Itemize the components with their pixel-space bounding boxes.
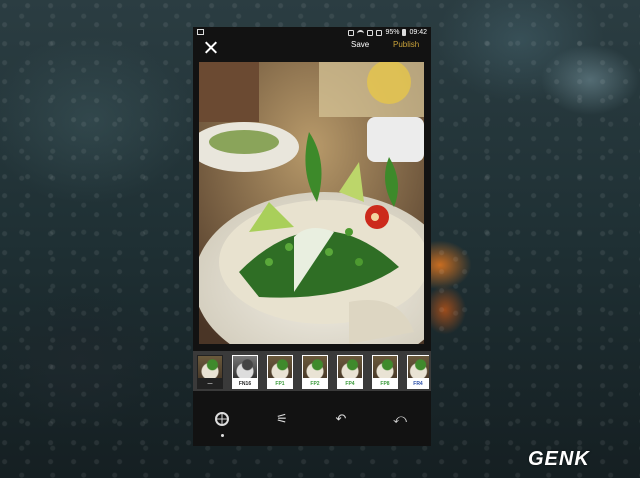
filter-label: FP2 — [310, 381, 320, 387]
filter-label: FN16 — [238, 381, 252, 387]
active-tab-indicator — [221, 434, 224, 437]
filter-label: — — [207, 381, 213, 387]
filter-thumb-fp1[interactable]: FP1 — [267, 355, 293, 389]
revert-icon[interactable]: ⤺ — [391, 411, 409, 427]
filter-label: FP8 — [380, 381, 390, 387]
publish-button[interactable]: Publish — [393, 40, 419, 49]
sliders-icon[interactable]: ⚟ — [273, 411, 291, 427]
filter-thumb-fp8[interactable]: FP8 — [372, 355, 398, 389]
filter-thumb-original[interactable]: — — [197, 355, 223, 389]
filter-label: FP1 — [275, 381, 285, 387]
undo-icon[interactable]: ↶ — [332, 411, 350, 427]
save-button[interactable]: Save — [351, 40, 369, 49]
editor-toolbar: ⚟ ↶ ⤺ — [193, 391, 431, 446]
filter-preview — [233, 356, 257, 378]
battery-icon — [402, 29, 407, 36]
phone-screen: 95% 09:42 Save Publish — FN16 FP1 FP2 FP… — [193, 27, 431, 446]
editor-top-bar: Save Publish — [193, 38, 431, 62]
status-bar: 95% 09:42 — [193, 27, 431, 38]
filter-thumb-fp4[interactable]: FP4 — [337, 355, 363, 389]
pho-bowl-image — [199, 62, 424, 344]
filter-preview — [338, 356, 362, 378]
genk-watermark-logo: GENK — [528, 448, 590, 470]
nfc-icon — [367, 29, 374, 36]
close-icon[interactable] — [203, 40, 219, 56]
clock: 09:42 — [409, 29, 427, 36]
aperture-glyph — [215, 412, 229, 426]
gallery-notification-icon — [197, 29, 204, 35]
filter-preview — [303, 356, 327, 378]
alarm-icon — [348, 29, 355, 36]
filter-preview — [198, 356, 222, 378]
aperture-icon[interactable] — [214, 411, 232, 427]
filter-preview — [373, 356, 397, 378]
filter-thumb-fr4[interactable]: FR4 — [407, 355, 429, 389]
battery-percent: 95% — [385, 29, 400, 36]
wifi-icon — [357, 30, 365, 35]
filter-thumb-fp2[interactable]: FP2 — [302, 355, 328, 389]
filter-preview — [268, 356, 292, 378]
signal-icon — [376, 29, 383, 36]
status-right: 95% 09:42 — [348, 27, 427, 38]
photo-preview[interactable] — [199, 62, 424, 344]
filter-preview — [408, 356, 429, 378]
filter-thumb-fn16[interactable]: FN16 — [232, 355, 258, 389]
filter-label: FP4 — [345, 381, 355, 387]
filter-label: FR4 — [413, 381, 423, 387]
filter-strip: — FN16 FP1 FP2 FP4 FP8 FR4 — [193, 351, 431, 391]
